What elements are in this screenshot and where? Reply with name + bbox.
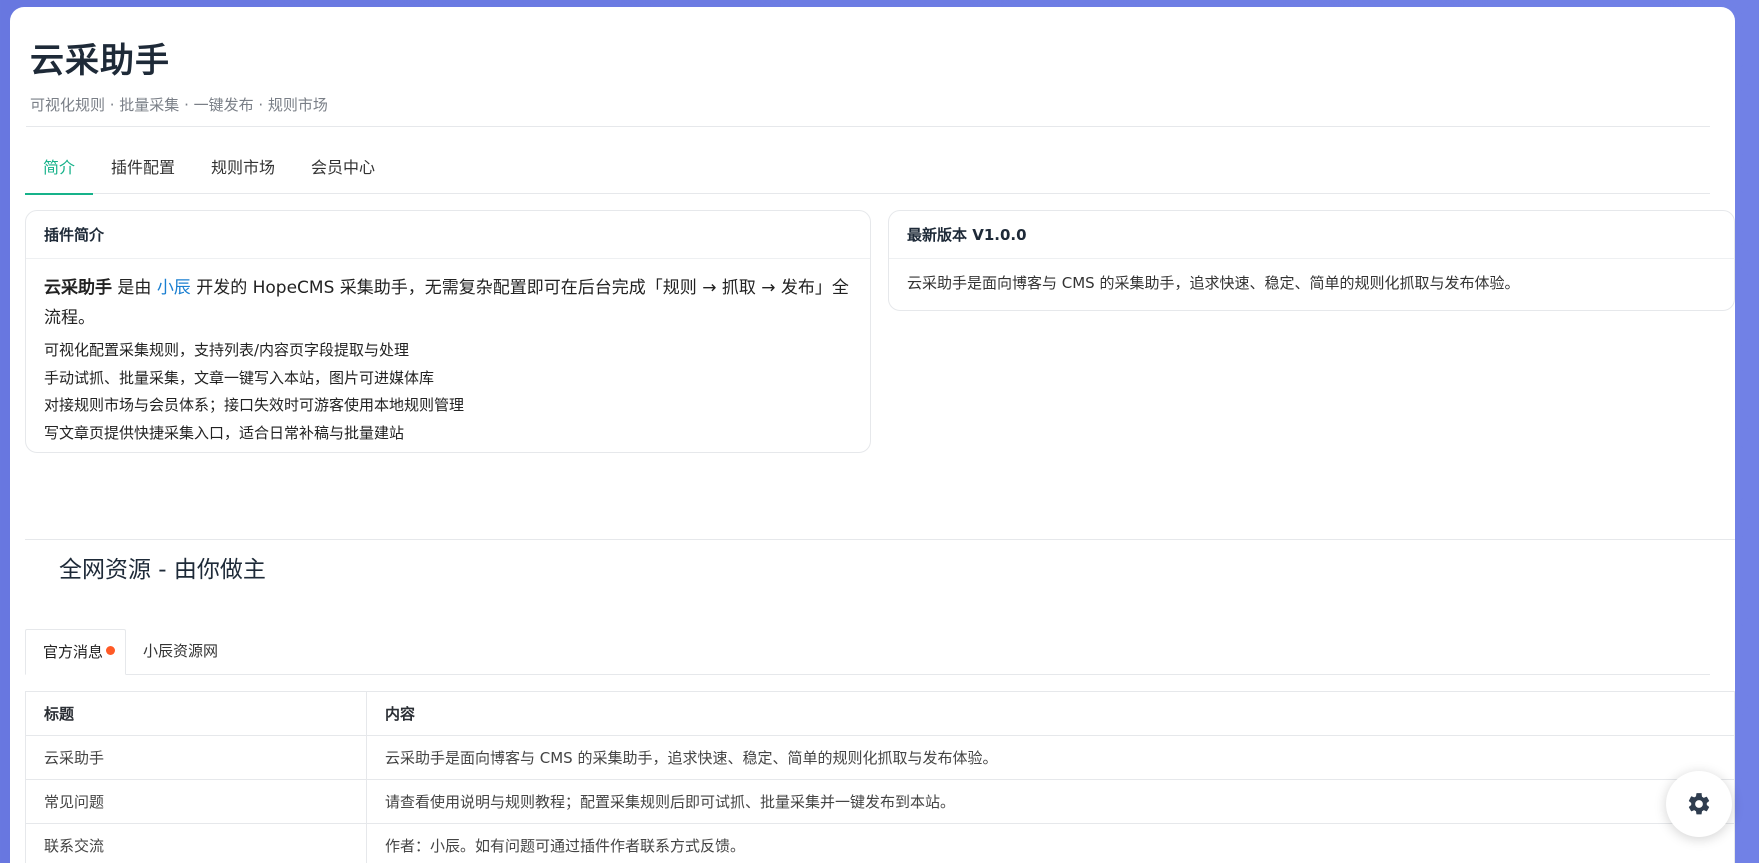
row-title: 常见问题 (26, 780, 367, 823)
card-heading: 最新版本 V1.0.0 (889, 211, 1734, 259)
row-content: 作者：小辰。如有问题可通过插件作者联系方式反馈。 (385, 837, 746, 855)
settings-fab-button[interactable] (1666, 771, 1732, 837)
latest-version-card: 最新版本 V1.0.0 云采助手是面向博客与 CMS 的采集助手，追求快速、稳定… (888, 210, 1735, 311)
tab-xiaochen-resources[interactable]: 小辰资源网 (126, 629, 235, 675)
row-title: 云采助手 (26, 736, 367, 779)
table-row: 联系交流 作者：小辰。如有问题可通过插件作者联系方式反馈。 (26, 824, 1734, 863)
feature-item: 写文章页提供快捷采集入口，适合日常补稿与批量建站 (44, 423, 405, 442)
page-subtitle: 可视化规则 · 批量采集 · 一键发布 · 规则市场 (30, 96, 328, 114)
intro-lead-connector: 是由 (112, 278, 157, 298)
resource-tabs: 官方消息 小辰资源网 (25, 629, 1710, 675)
tab-member-center[interactable]: 会员中心 (293, 157, 393, 194)
section-divider (25, 539, 1735, 540)
feature-item: 手动试抓、批量采集，文章一键写入本站，图片可进媒体库 (44, 368, 435, 387)
version-description: 云采助手是面向博客与 CMS 的采集助手，追求快速、稳定、简单的规则化抓取与发布… (907, 274, 1520, 292)
unread-dot-icon (106, 646, 116, 655)
news-table: 标题 内容 云采助手 云采助手是面向博客与 CMS 的采集助手，追求快速、稳定、… (25, 691, 1735, 863)
feature-item: 对接规则市场与会员体系；接口失效时可游客使用本地规则管理 (44, 396, 465, 414)
feature-item: 可视化配置采集规则，支持列表/内容页字段提取与处理 (44, 341, 410, 359)
row-content: 请查看使用说明与规则教程；配置采集规则后即可试抓、批量采集并一键发布到本站。 (385, 793, 956, 811)
page-title: 云采助手 (30, 41, 170, 81)
main-tabs: 简介 插件配置 规则市场 会员中心 (25, 157, 1710, 195)
tab-plugin-config[interactable]: 插件配置 (93, 157, 193, 194)
tab-official-news[interactable]: 官方消息 (25, 629, 127, 675)
tab-rule-market[interactable]: 规则市场 (193, 157, 293, 194)
plugin-intro-card: 插件简介 云采助手 是由 小辰 开发的 HopeCMS 采集助手，无需复杂配置即… (25, 210, 871, 453)
tab-intro[interactable]: 简介 (25, 157, 94, 195)
table-row: 常见问题 请查看使用说明与规则教程；配置采集规则后即可试抓、批量采集并一键发布到… (26, 780, 1734, 824)
feature-list: 可视化配置采集规则，支持列表/内容页字段提取与处理 手动试抓、批量采集，文章一键… (44, 337, 852, 447)
main-panel: 云采助手 可视化规则 · 批量采集 · 一键发布 · 规则市场 简介 插件配置 … (10, 7, 1735, 863)
page-header: 云采助手 可视化规则 · 批量采集 · 一键发布 · 规则市场 (30, 33, 328, 115)
row-content: 云采助手是面向博客与 CMS 的采集助手，追求快速、稳定、简单的规则化抓取与发布… (385, 749, 998, 767)
tab-label: 官方消息 (43, 643, 104, 661)
row-title: 联系交流 (26, 824, 367, 863)
intro-lead-text: 云采助手 是由 小辰 开发的 HopeCMS 采集助手，无需复杂配置即可在后台完… (44, 273, 852, 333)
table-row: 云采助手 云采助手是面向博客与 CMS 的采集助手，追求快速、稳定、简单的规则化… (26, 736, 1734, 780)
plugin-name: 云采助手 (44, 278, 112, 298)
table-header-row: 标题 内容 (26, 692, 1734, 736)
column-header: 标题 (26, 692, 367, 735)
header-divider (26, 126, 1710, 127)
gear-icon (1688, 793, 1710, 815)
section-title: 全网资源 - 由你做主 (59, 557, 266, 583)
card-heading: 插件简介 (26, 211, 870, 259)
column-header: 内容 (385, 705, 416, 723)
author-link[interactable]: 小辰 (157, 278, 191, 298)
